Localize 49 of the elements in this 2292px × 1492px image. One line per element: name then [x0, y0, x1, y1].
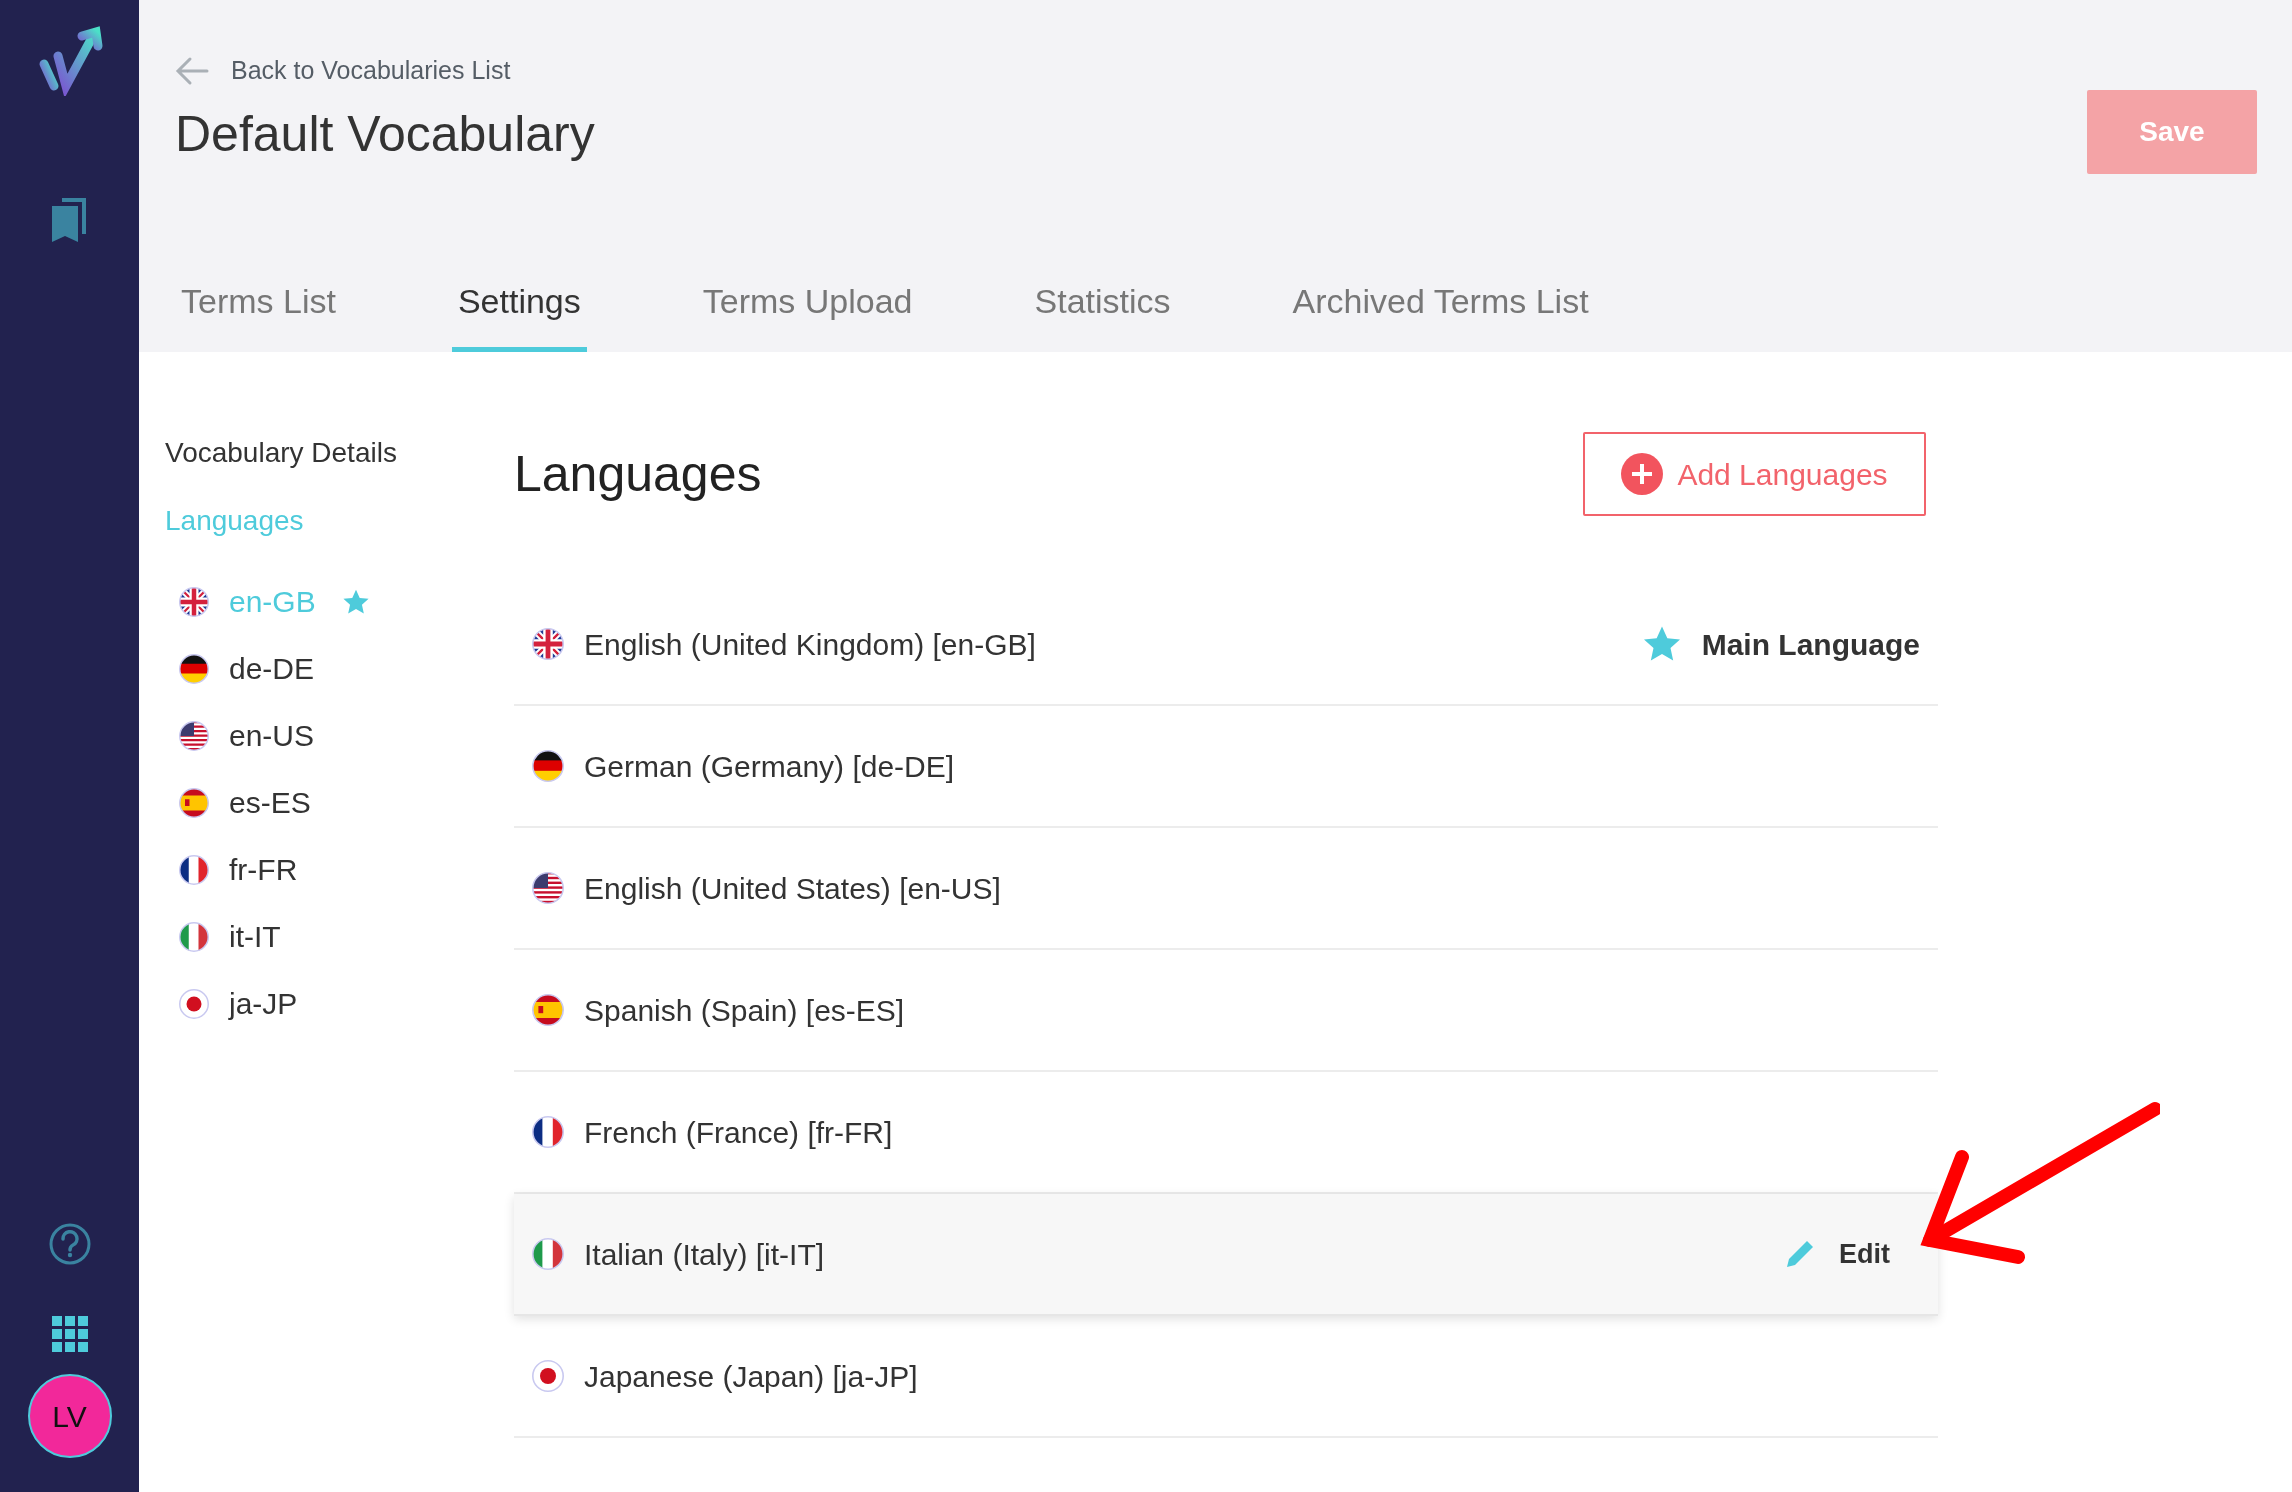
flag-icon [532, 1116, 564, 1148]
language-name: English (United Kingdom) [en-GB] [584, 626, 1037, 663]
tab[interactable]: Settings [451, 276, 587, 352]
help-icon[interactable] [47, 1222, 92, 1266]
flag-icon [532, 1360, 564, 1392]
section-heading: Languages [514, 445, 762, 504]
language-row[interactable]: Italian (Italy) [it-IT] Edit [514, 1194, 1938, 1316]
flag-icon [532, 994, 564, 1026]
language-nav-item[interactable]: es-ES [165, 769, 311, 836]
flag-icon [532, 872, 564, 904]
tab[interactable]: Terms Upload [696, 276, 919, 352]
language-nav-item[interactable]: fr-FR [165, 836, 298, 903]
apps-grid-icon[interactable] [51, 1316, 88, 1352]
language-name: English (United States) [en-US] [584, 870, 1002, 907]
back-link[interactable]: Back to Vocabularies List [175, 52, 2257, 90]
flag-icon [179, 720, 209, 751]
language-row[interactable]: German (Germany) [de-DE] [514, 706, 1938, 828]
flag-icon [532, 628, 564, 660]
flag-icon [179, 988, 209, 1019]
plus-icon [1621, 453, 1664, 495]
page-title: Default Vocabulary [175, 104, 595, 164]
flag-icon [532, 1238, 564, 1270]
language-row[interactable]: English (United Kingdom) [en-GB] Main Language [514, 584, 1938, 706]
nav-link[interactable]: Vocabulary Details [165, 432, 397, 474]
language-row[interactable]: Spanish (Spain) [es-ES] [514, 950, 1938, 1072]
language-nav-item[interactable]: it-IT [165, 903, 281, 970]
language-name: French (France) [fr-FR] [584, 1114, 894, 1151]
edit-button[interactable]: Edit [1783, 1233, 1920, 1275]
tab[interactable]: Statistics [1028, 276, 1177, 352]
tab[interactable]: Terms List [175, 276, 342, 352]
language-nav-item[interactable]: en-US [165, 702, 315, 769]
flag-icon [179, 921, 209, 952]
language-name: Italian (Italy) [it-IT] [584, 1236, 826, 1273]
flag-icon [179, 586, 209, 617]
user-avatar[interactable]: LV [27, 1374, 112, 1458]
main-language-label: Main Language [1701, 626, 1920, 663]
flag-icon [179, 787, 209, 818]
back-arrow-icon [175, 55, 209, 86]
flag-icon [179, 854, 209, 885]
tab[interactable]: Archived Terms List [1286, 276, 1595, 352]
language-nav-item[interactable]: de-DE [165, 635, 315, 702]
language-nav-item[interactable]: ja-JP [165, 970, 298, 1037]
flag-icon [532, 750, 564, 782]
language-row[interactable]: English (United States) [en-US] [514, 828, 1938, 950]
language-name: Japanese (Japan) [ja-JP] [584, 1358, 919, 1395]
language-name: Spanish (Spain) [es-ES] [584, 992, 906, 1029]
flag-icon [179, 653, 209, 684]
language-row[interactable]: Japanese (Japan) [ja-JP] [514, 1316, 1938, 1438]
language-name: German (Germany) [de-DE] [584, 748, 956, 785]
